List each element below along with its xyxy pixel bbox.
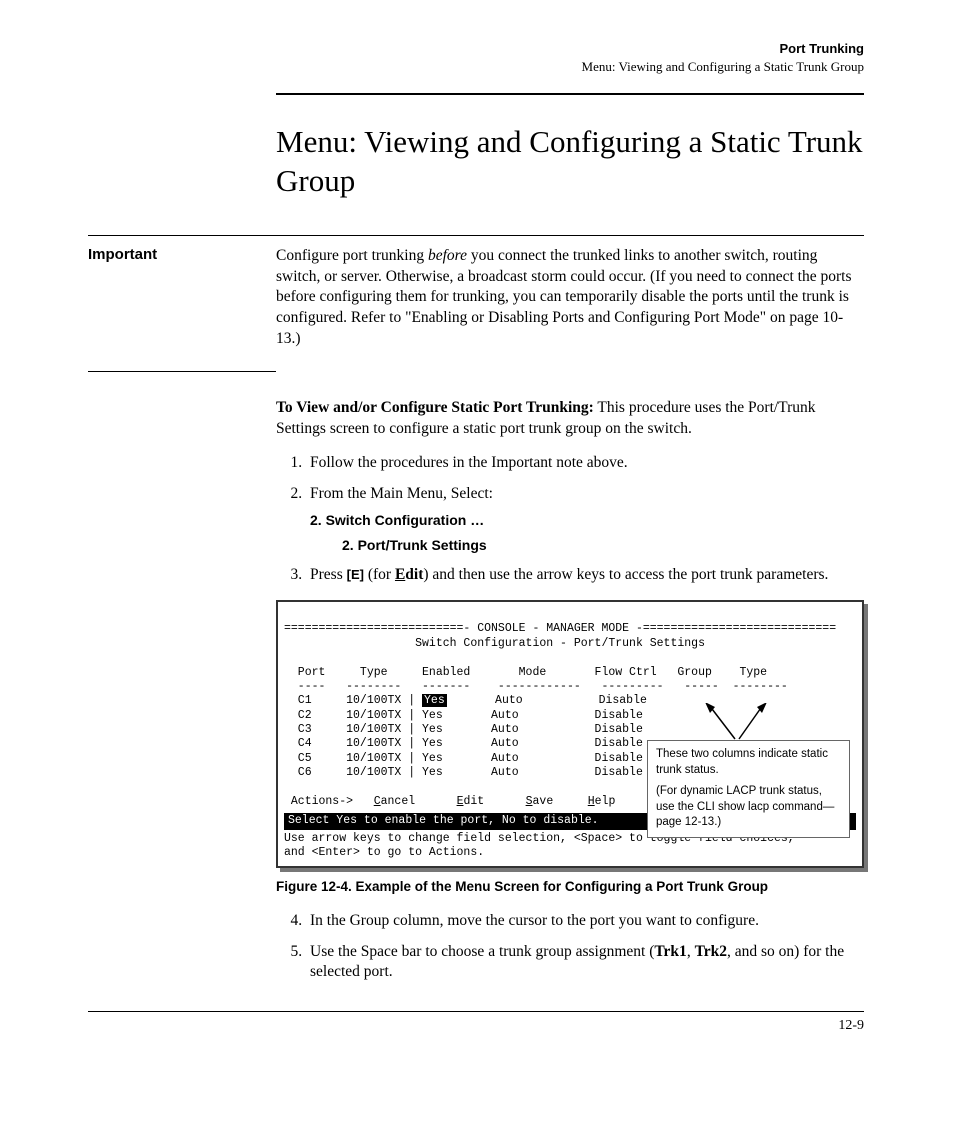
step-5: Use the Space bar to choose a trunk grou… [306, 942, 864, 984]
steps-list-1: Follow the procedures in the Important n… [276, 453, 864, 586]
important-body: Configure port trunking before you conne… [276, 235, 864, 372]
row-c6: C6 10/100TX | Yes Auto Disable [284, 766, 643, 779]
keycap-e: [E] [347, 567, 364, 582]
important-em: before [428, 247, 467, 264]
figure-wrap: ==========================- CONSOLE - MA… [276, 600, 864, 868]
menu-path-1: 2. Switch Configuration … [310, 512, 484, 528]
important-label: Important [88, 246, 157, 263]
row-c1: C1 10/100TX | Yes Auto Disable [284, 694, 647, 707]
row-c4: C4 10/100TX | Yes Auto Disable [284, 737, 643, 750]
running-subtitle: Menu: Viewing and Configuring a Static T… [88, 58, 864, 76]
page-number: 12-9 [88, 1018, 864, 1034]
menu-path-2: 2. Port/Trunk Settings [342, 536, 864, 555]
running-header: Port Trunking Menu: Viewing and Configur… [88, 40, 864, 75]
figure-caption: Figure 12-4. Example of the Menu Screen … [276, 878, 864, 896]
steps-list-2: In the Group column, move the cursor to … [276, 911, 864, 984]
important-label-col: Important [88, 235, 276, 372]
step-4: In the Group column, move the cursor to … [306, 911, 864, 932]
main-content: To View and/or Configure Static Port Tru… [276, 398, 864, 998]
rule-bottom [88, 1011, 864, 1012]
console-dashes: ---- -------- ------- ------------ -----… [284, 680, 788, 693]
page: Port Trunking Menu: Viewing and Configur… [0, 0, 954, 1145]
console-title: ==========================- CONSOLE - MA… [284, 622, 836, 635]
callout-box: These two columns indicate static trunk … [647, 740, 850, 838]
console-subtitle: Switch Configuration - Port/Trunk Settin… [284, 637, 705, 650]
row-c5: C5 10/100TX | Yes Auto Disable [284, 752, 643, 765]
callout-line2: (For dynamic LACP trunk status, use the … [656, 784, 841, 831]
row-c3: C3 10/100TX | Yes Auto Disable [284, 723, 643, 736]
console-head: Port Type Enabled Mode Flow Ctrl Group T… [284, 666, 767, 679]
step-3: Press [E] (for Edit) and then use the ar… [306, 565, 864, 586]
important-pre: Configure port trunking [276, 247, 428, 264]
step-2: From the Main Menu, Select: 2. Switch Co… [306, 484, 864, 555]
rule-top [276, 93, 864, 95]
callout-line1: These two columns indicate static trunk … [656, 747, 841, 778]
step-1: Follow the procedures in the Important n… [306, 453, 864, 474]
console-help2: and <Enter> to go to Actions. [284, 846, 484, 859]
page-title: Menu: Viewing and Configuring a Static T… [276, 123, 864, 201]
callout-arrows-icon [699, 703, 774, 743]
running-title: Port Trunking [88, 40, 864, 58]
intro-lead: To View and/or Configure Static Port Tru… [276, 399, 594, 416]
console-actions: Actions-> Cancel Edit Save Help [284, 795, 615, 808]
row-c2: C2 10/100TX | Yes Auto Disable [284, 709, 643, 722]
